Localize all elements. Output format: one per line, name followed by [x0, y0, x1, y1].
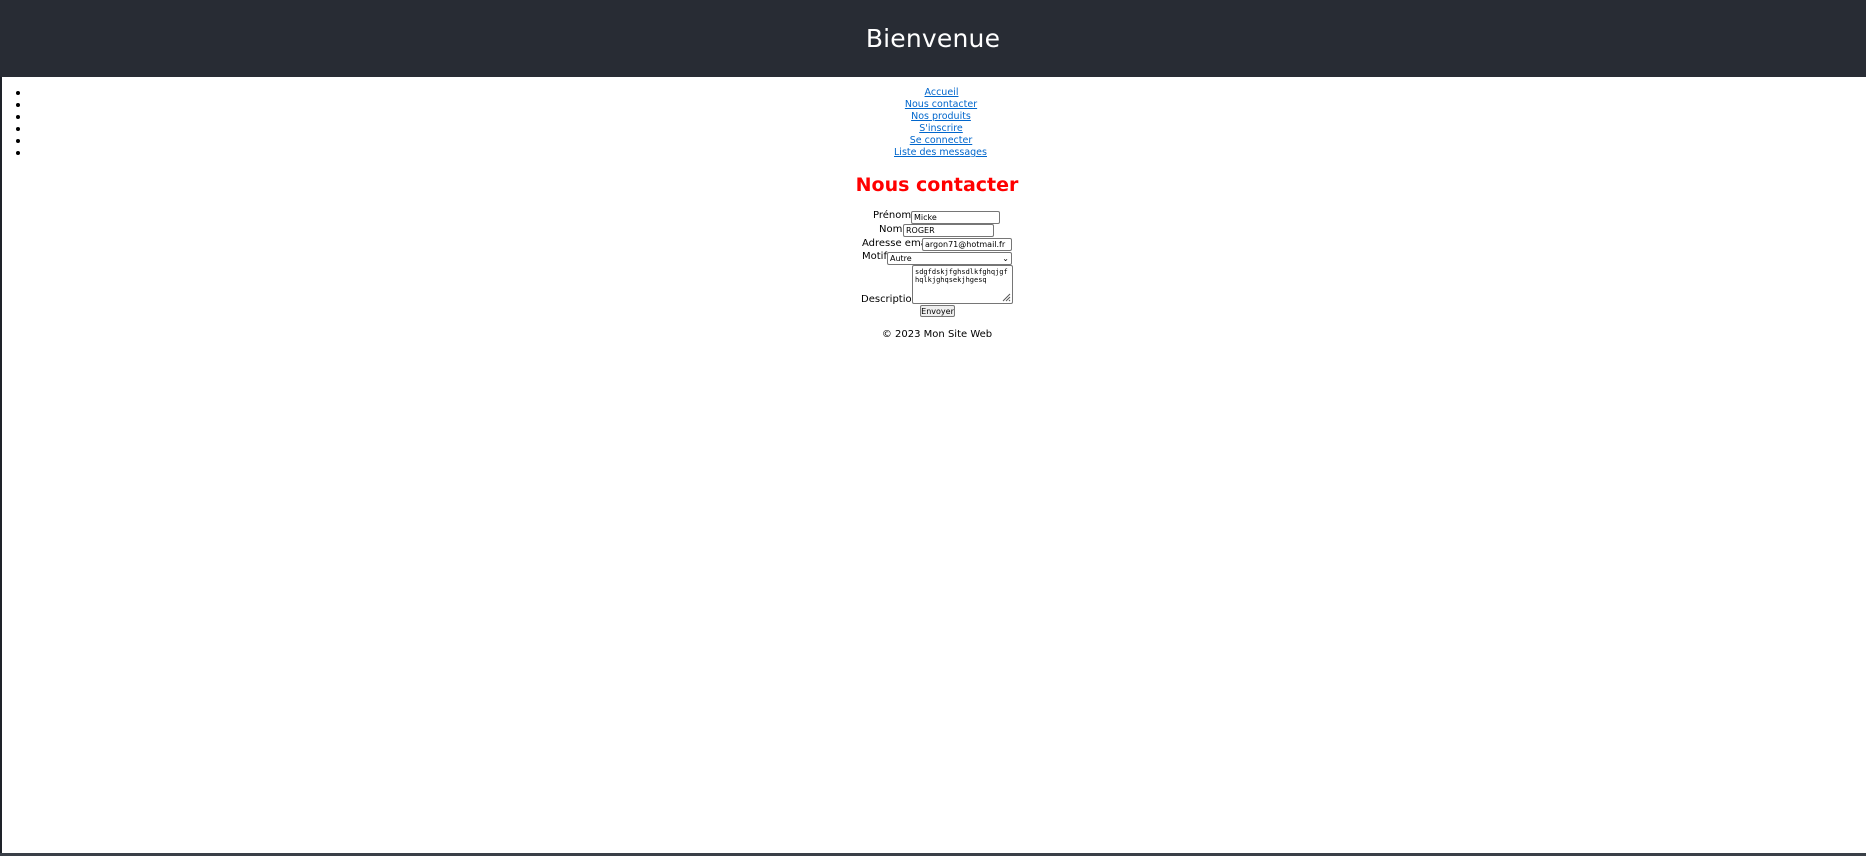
- motif-label: Motif:: [862, 251, 890, 262]
- description-text: sdgfdskjfghsdlkfghqjgfhqlkjghqsekjhgesq: [915, 268, 1008, 284]
- nav-item-accueil: Accueil: [0, 87, 1866, 99]
- chevron-down-icon: ⌄: [1002, 253, 1009, 263]
- bullet-icon: [16, 139, 20, 143]
- site-title: Bienvenue: [865, 24, 1001, 53]
- motif-selected-value: Autre: [890, 254, 912, 263]
- nav-link-nos-produits[interactable]: Nos produits: [911, 111, 971, 122]
- main-nav: Accueil Nous contacter Nos produits S'in…: [0, 87, 1866, 159]
- bullet-icon: [16, 115, 20, 119]
- footer-copyright: © 2023 Mon Site Web: [881, 329, 993, 340]
- email-input[interactable]: argon71@hotmail.fr: [922, 238, 1012, 251]
- resize-grip-icon[interactable]: [1001, 292, 1011, 302]
- nav-item-sinscrire: S'inscrire: [0, 123, 1866, 135]
- nom-label: Nom:: [879, 224, 906, 235]
- nav-item-se-connecter: Se connecter: [0, 135, 1866, 147]
- description-textarea[interactable]: sdgfdskjfghsdlkfghqjgfhqlkjghqsekjhgesq: [912, 265, 1013, 304]
- bullet-icon: [16, 127, 20, 131]
- nav-link-accueil[interactable]: Accueil: [925, 87, 959, 98]
- motif-select[interactable]: Autre ⌄: [887, 252, 1012, 265]
- prenom-input[interactable]: Micke: [911, 211, 1000, 224]
- nav-link-liste-des-messages[interactable]: Liste des messages: [894, 147, 987, 158]
- nom-input[interactable]: ROGER: [903, 224, 994, 237]
- nav-item-nous-contacter: Nous contacter: [0, 99, 1866, 111]
- nav-item-nos-produits: Nos produits: [0, 111, 1866, 123]
- site-header: Bienvenue: [0, 0, 1866, 77]
- contact-title: Nous contacter: [855, 174, 1019, 196]
- nav-link-se-connecter[interactable]: Se connecter: [910, 135, 973, 146]
- bullet-icon: [16, 151, 20, 155]
- submit-button[interactable]: Envoyer: [920, 305, 955, 317]
- nav-link-nous-contacter[interactable]: Nous contacter: [905, 99, 977, 110]
- prenom-label: Prénom:: [873, 210, 915, 221]
- nav-link-sinscrire[interactable]: S'inscrire: [919, 123, 963, 134]
- nav-item-liste-des-messages: Liste des messages: [0, 147, 1866, 159]
- bullet-icon: [16, 91, 20, 95]
- page: Bienvenue Accueil Nous contacter Nos pro…: [0, 0, 1866, 856]
- bullet-icon: [16, 103, 20, 107]
